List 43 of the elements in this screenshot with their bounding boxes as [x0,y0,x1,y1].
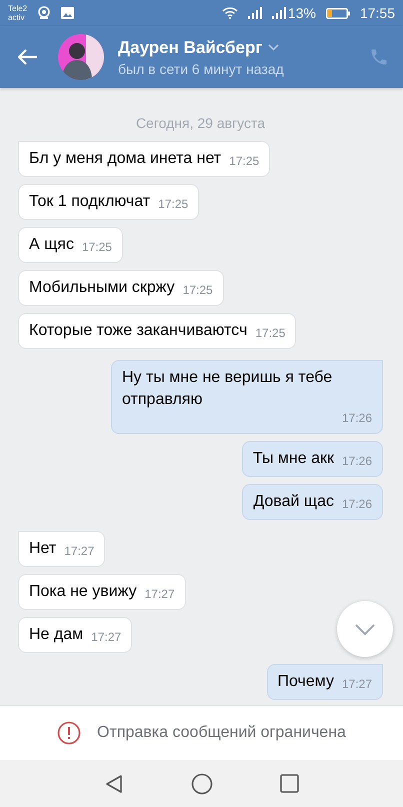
message-text: Не дам [29,625,84,645]
warning-icon [57,721,82,745]
message-text: Которые тоже заканчиваютсч [29,321,248,341]
message-time: 17:27 [144,587,175,603]
message-time: 17:26 [342,454,372,470]
message-time: 17:25 [82,240,112,256]
battery-percent: 13% [288,5,316,21]
message-text: Пока не увижу [29,582,137,602]
message-text: А щяс [29,235,74,255]
signal-icon [272,7,286,19]
restriction-notice: Отправка сообщений ограничена [97,724,346,742]
message-time: 17:27 [342,677,372,693]
carrier-name: Tele2 activ [8,4,28,22]
message-text: Почему [278,672,334,692]
message-time: 17:27 [91,630,122,646]
last-seen-status: был в сети 6 минут назад [118,60,285,76]
message-time: 17:25 [158,197,188,213]
message-time: 17:25 [229,154,260,170]
back-triangle-icon [104,774,124,794]
message-text: Довай щас [253,492,334,512]
home-circle-icon [190,772,213,794]
message-text: Бл у меня дома инета нет [29,149,222,169]
back-arrow-icon [18,49,38,65]
wifi-icon [222,7,238,19]
message-time: 17:26 [342,411,372,427]
battery-icon [326,8,350,18]
avatar[interactable] [58,34,104,80]
chevron-down-icon [355,624,375,634]
date-label: Сегодня, 29 августа [136,114,266,132]
message-time: 17:25 [255,326,286,342]
message-text: Ток 1 подключат [29,192,150,212]
message-text: Ну ты мне не веришь я тебе отправляю [122,368,334,410]
signal-icon [248,7,262,19]
clock: 17:55 [360,5,395,21]
message-time: 17:25 [182,283,213,299]
contact-name[interactable]: Даурен Вайсберг [118,38,262,58]
message-text: Мобильными скржу [29,278,175,298]
message-time: 17:27 [64,544,94,560]
message-time: 17:26 [342,497,372,513]
message-text: Ты мне акк [252,449,334,469]
message-text: Нет [29,539,56,559]
recents-square-icon [280,774,300,793]
image-icon [61,7,74,19]
